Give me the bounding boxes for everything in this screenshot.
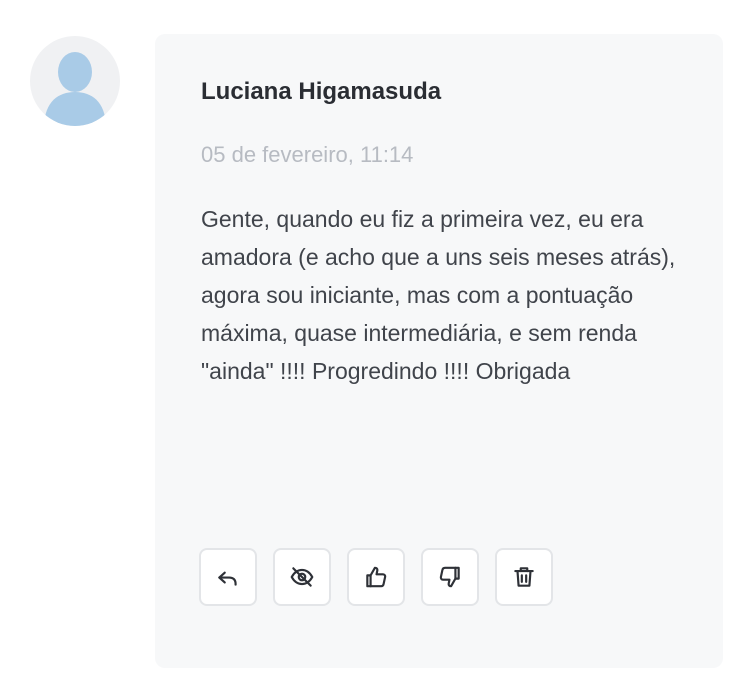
comment-author: Luciana Higamasuda [201,78,442,105]
thumbs-up-icon [366,566,387,588]
like-button[interactable] [347,548,405,606]
user-silhouette-icon [44,52,106,126]
reply-icon [218,571,237,586]
avatar [30,36,120,126]
comment-actions [199,548,553,606]
dislike-button[interactable] [421,548,479,606]
delete-button[interactable] [495,548,553,606]
comment-text: Gente, quando eu fiz a primeira vez, eu … [201,206,676,384]
comment-timestamp: 05 de fevereiro, 11:14 [201,142,414,167]
hide-button[interactable] [273,548,331,606]
thumbs-down-icon [439,566,460,588]
eye-off-icon [290,567,314,587]
reply-button[interactable] [199,548,257,606]
comment-card: Luciana Higamasuda 05 de fevereiro, 11:1… [155,34,723,668]
trash-icon [514,567,534,587]
